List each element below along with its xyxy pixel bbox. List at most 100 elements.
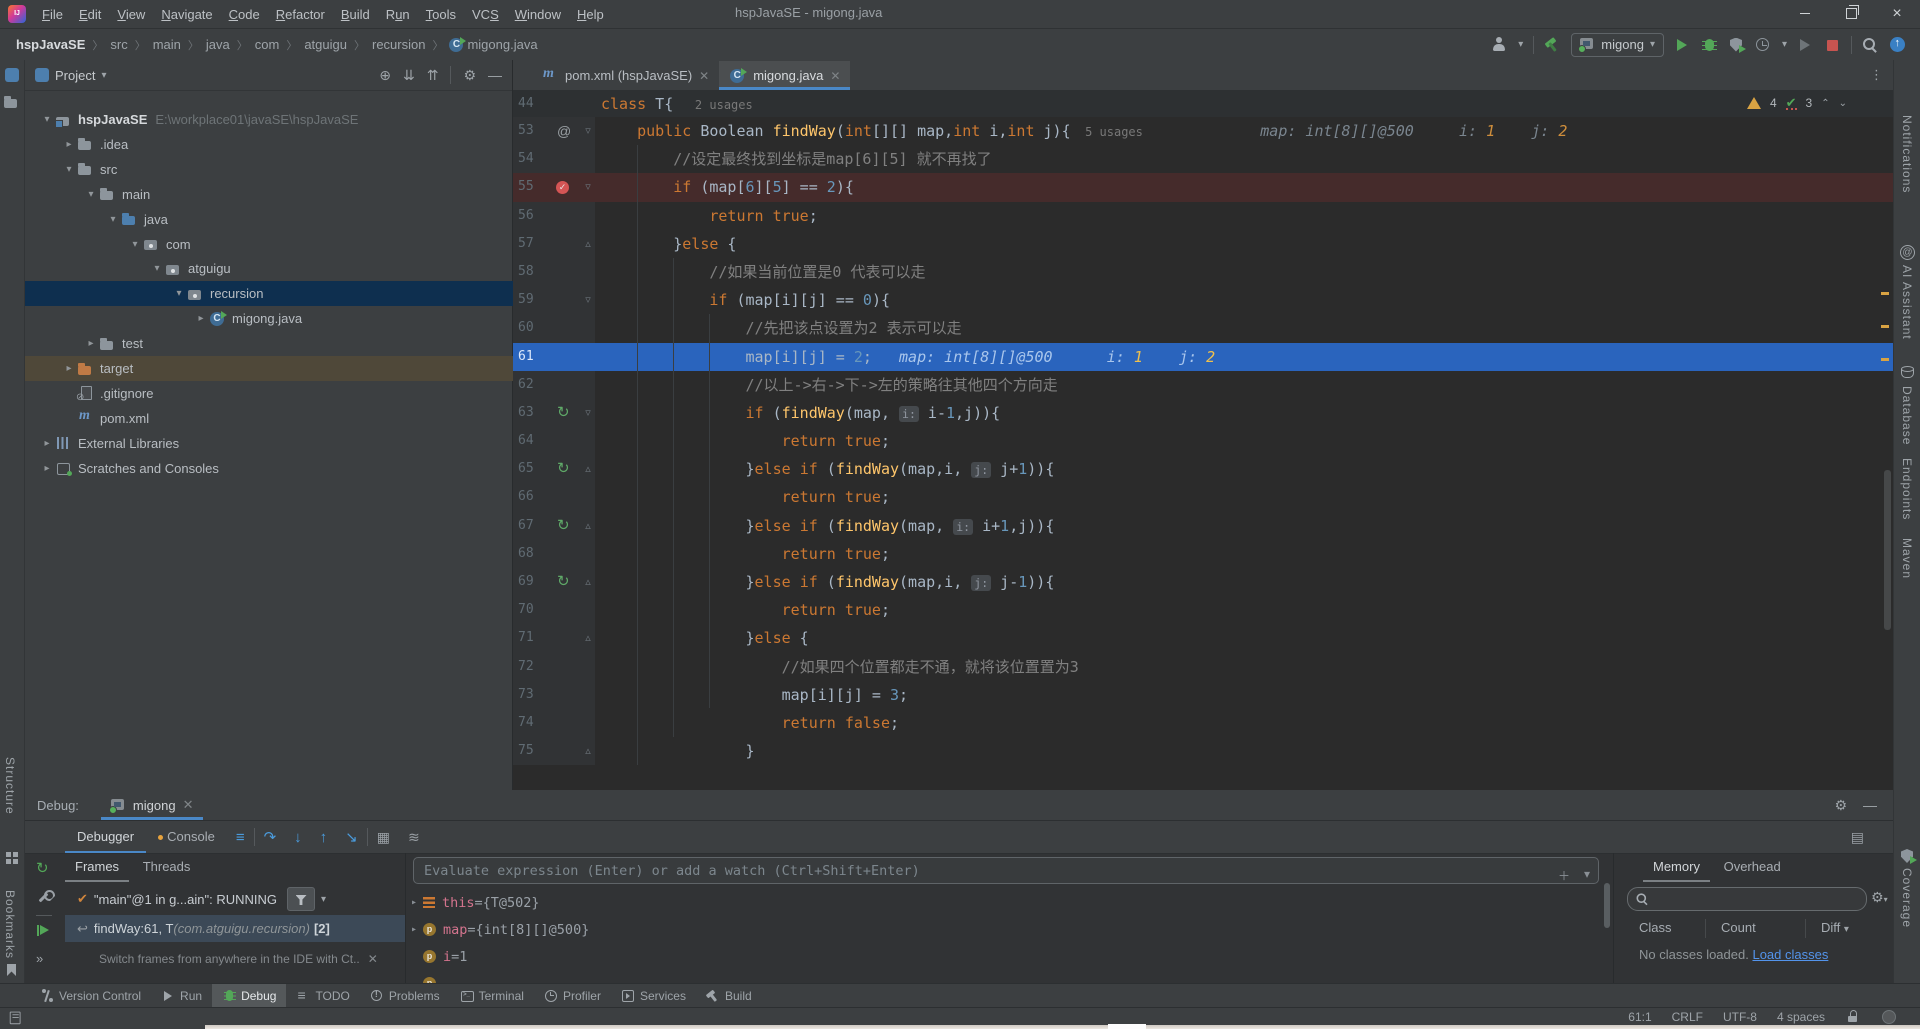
collapse-all-icon[interactable]: ⇈ [427, 67, 439, 84]
code-line-68[interactable]: 68 return true; [513, 540, 1893, 568]
stop-button[interactable] [1824, 37, 1841, 53]
tool-button-endpoints[interactable]: Endpoints [1900, 458, 1914, 520]
code-line-71[interactable]: 71▵ }else { [513, 624, 1893, 652]
breadcrumb-item[interactable]: java [204, 37, 232, 52]
editor-scrollbar[interactable] [1884, 470, 1891, 630]
evaluate-expression-icon[interactable]: ▦ [368, 829, 399, 846]
tree-item-src[interactable]: ▾src [25, 157, 548, 182]
menu-tools[interactable]: Tools [418, 7, 464, 22]
tree-item-hspJavaSE[interactable]: ▾hspJavaSEE:\workplace01\javaSE\hspJavaS… [25, 107, 526, 132]
tree-item-ScratchesandConsoles[interactable]: ▸Scratches and Consoles [25, 456, 526, 481]
line-number[interactable]: 60 [513, 314, 552, 342]
menu-help[interactable]: Help [569, 7, 612, 22]
user-chevron-down-icon[interactable]: ▾ [1518, 39, 1523, 50]
tree-expanded-arrow-icon[interactable]: ▾ [149, 263, 165, 274]
filter-frames-button[interactable] [287, 887, 315, 911]
code-text[interactable]: }else if (findWay(map, i: i+1,j)){ [595, 512, 1054, 540]
tool-window-button-problems[interactable]: Problems [360, 984, 450, 1008]
code-text[interactable]: }else if (findWay(map,i, j: j-1)){ [595, 568, 1054, 596]
code-text[interactable]: if (map[i][j] == 0){ [595, 286, 890, 314]
tool-window-button-terminal[interactable]: Terminal [450, 984, 534, 1008]
code-line-54[interactable]: 54 //设定最终找到坐标是map[6][5] 就不再找了 [513, 145, 1893, 173]
gear-icon[interactable]: ⚙ [463, 67, 476, 84]
breadcrumb-item[interactable]: hspJavaSE [14, 37, 87, 52]
tool-button-bookmarks[interactable]: Bookmarks [3, 890, 17, 959]
tree-collapsed-arrow-icon[interactable]: ▸ [39, 438, 55, 449]
code-line-75[interactable]: 75▵ } [513, 737, 1893, 765]
line-number[interactable]: 54 [513, 145, 552, 173]
code-text[interactable]: return true; [595, 540, 890, 568]
ide-update-icon[interactable] [1889, 37, 1906, 53]
commit-tool-icon[interactable] [3, 94, 20, 110]
tree-expanded-arrow-icon[interactable]: ▾ [39, 114, 55, 125]
lock-icon[interactable] [1845, 1009, 1862, 1025]
gear-icon[interactable]: ⚙ [1834, 797, 1847, 814]
code-line-63[interactable]: 63↻▿ if (findWay(map, i: i-1,j)){ [513, 399, 1893, 427]
tool-window-button-build[interactable]: Build [696, 984, 762, 1008]
tool-button-maven[interactable]: Maven [1900, 538, 1914, 579]
line-number[interactable]: 65 [513, 455, 552, 483]
menu-file[interactable]: File [34, 7, 71, 22]
code-text[interactable]: return false; [595, 709, 899, 737]
line-number[interactable]: 56 [513, 202, 552, 230]
column-diff[interactable]: Diff ▾ [1821, 920, 1849, 935]
code-text[interactable]: //以上->右->下->左的策略往其他四个方向走 [595, 371, 1058, 399]
code-line-72[interactable]: 72 //如果四个位置都走不通，就将该位置置为3 [513, 653, 1893, 681]
code-line-67[interactable]: 67↻▵ }else if (findWay(map, i: i+1,j)){ [513, 512, 1893, 540]
code-text[interactable]: }else { [595, 230, 736, 258]
tool-button-notifications[interactable]: Notifications [1900, 115, 1914, 193]
rerun-icon[interactable]: ↻ [36, 859, 49, 877]
code-text[interactable]: if (findWay(map, i: i-1,j)){ [595, 399, 1000, 427]
code-line-74[interactable]: 74 return false; [513, 709, 1893, 737]
tree-collapsed-arrow-icon[interactable]: ▸ [61, 139, 77, 150]
hide-panel-icon[interactable]: — [1863, 797, 1877, 814]
variables-scrollbar[interactable] [1604, 883, 1610, 928]
error-stripe-mark[interactable] [1881, 325, 1889, 328]
menu-refactor[interactable]: Refactor [268, 7, 333, 22]
code-text[interactable]: }else if (findWay(map,i, j: j+1)){ [595, 455, 1054, 483]
code-text[interactable]: return true; [595, 596, 890, 624]
inspections-widget[interactable]: 4 ✔ 3 ⌃ ⌄ [1747, 96, 1847, 110]
breakpoint-icon[interactable]: ✓ [556, 181, 569, 194]
line-number[interactable]: 57 [513, 230, 552, 258]
code-text[interactable]: map[i][j] = 3; [595, 681, 908, 709]
tool-button-database[interactable]: Database [1900, 386, 1914, 445]
code-text[interactable]: map[i][j] = 2; map: int[8][]@500 i: 1 j:… [595, 343, 1215, 371]
code-text[interactable]: //如果四个位置都走不通，就将该位置置为3 [595, 653, 1079, 681]
minimize-button[interactable] [1782, 0, 1828, 27]
tree-item-java[interactable]: ▾java [25, 207, 592, 232]
code-text[interactable]: return true; [595, 483, 890, 511]
layout-settings-icon[interactable]: ▤ [1842, 829, 1873, 846]
project-panel-title[interactable]: Project [55, 68, 95, 83]
bookmark-icon[interactable] [3, 962, 20, 978]
line-number[interactable]: 69 [513, 568, 552, 596]
breadcrumb-item[interactable]: com [253, 37, 282, 52]
code-line-60[interactable]: 60 //先把该点设置为2 表示可以走 [513, 314, 1893, 342]
tab-overhead[interactable]: Overhead [1714, 853, 1791, 882]
resume-program-icon[interactable] [36, 923, 53, 939]
variable-row-i[interactable]: pi = 1 [405, 943, 1605, 970]
menu-run[interactable]: Run [378, 7, 418, 22]
tool-window-button-version-control[interactable]: Version Control [30, 984, 151, 1008]
close-icon[interactable]: ✕ [183, 797, 194, 813]
search-everywhere-icon[interactable] [1862, 37, 1879, 53]
line-number[interactable]: 53 [513, 117, 552, 145]
stack-frame-item[interactable]: ↩ findWay:61, T (com.atguigu.recursion) … [65, 915, 405, 942]
tree-item-ExternalLibraries[interactable]: ▸External Libraries [25, 431, 526, 456]
more-icon[interactable]: » [36, 951, 43, 966]
tree-item-gitignore[interactable]: .gitignore [25, 381, 548, 406]
add-watch-icon[interactable]: ＋ [1558, 867, 1570, 884]
step-into-icon[interactable]: ↓ [285, 829, 311, 846]
code-line-55[interactable]: 55✓▿ if (map[6][5] == 2){ [513, 173, 1893, 201]
variable-row-partial[interactable]: p [405, 970, 1605, 983]
line-number[interactable]: 59 [513, 286, 552, 314]
line-number[interactable]: 62 [513, 371, 552, 399]
code-line-65[interactable]: 65↻▵ }else if (findWay(map,i, j: j+1)){ [513, 455, 1893, 483]
line-number[interactable]: 74 [513, 709, 552, 737]
thread-chevron-down-icon[interactable]: ▾ [321, 894, 326, 905]
code-line-70[interactable]: 70 return true; [513, 596, 1893, 624]
settings-wrench-icon[interactable] [36, 889, 53, 905]
editor-tab-migongjava[interactable]: migong.java✕ [719, 61, 850, 90]
thread-selector[interactable]: ✔ "main"@1 in g...ain": RUNNING ▾ [65, 885, 405, 913]
variable-row-this[interactable]: ▸this = {T@502} [405, 889, 1605, 916]
